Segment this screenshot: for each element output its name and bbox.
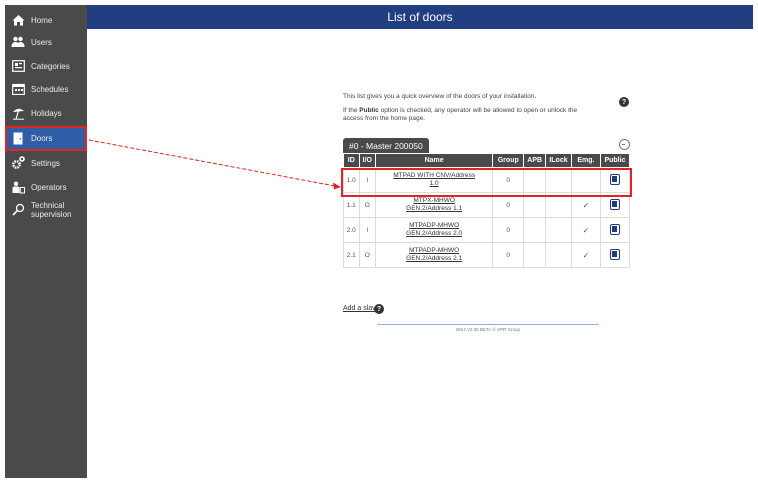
intro-line-2: If the Public option is checked, any ope… bbox=[343, 107, 578, 114]
master-label: #0 - Master 200050 bbox=[349, 140, 423, 151]
intro-text: This list gives you a quick overview of … bbox=[343, 93, 577, 123]
cell-name: MTPADP-MHWO GEN.2/Address 2.0 bbox=[375, 217, 494, 243]
operator-icon bbox=[11, 180, 25, 194]
sidebar-item-label: Holidays bbox=[31, 108, 62, 118]
beach-icon bbox=[11, 106, 25, 120]
sidebar-item-label: Technical supervision bbox=[31, 201, 72, 219]
column-header[interactable]: ID bbox=[343, 153, 360, 168]
cell-apb bbox=[523, 217, 547, 243]
intro-line-3: access from the home page. bbox=[343, 115, 426, 122]
cell-group: 0 bbox=[492, 242, 525, 268]
sidebar-item-home[interactable]: Home bbox=[5, 9, 87, 31]
cell-name: MTPADP-MHWO GEN.2/Address 2.1 bbox=[375, 242, 494, 268]
sidebar-item-label: Users bbox=[31, 37, 52, 47]
page-title: List of doors bbox=[387, 10, 453, 24]
sidebar-item-label: Schedules bbox=[31, 84, 69, 94]
table-row: 2.0 I MTPADP-MHWO GEN.2/Address 2.0 0 ✓ bbox=[343, 217, 631, 243]
sidebar-item-label: Categories bbox=[31, 61, 70, 71]
gear-icon bbox=[11, 156, 25, 170]
cell-group: 0 bbox=[492, 217, 525, 243]
master-tab[interactable]: #0 - Master 200050 bbox=[343, 138, 429, 153]
column-header[interactable]: I/O bbox=[358, 153, 377, 168]
cell-apb bbox=[523, 242, 547, 268]
doors-highlight-annotation bbox=[5, 126, 87, 151]
cell-io: I bbox=[358, 217, 377, 243]
cell-emg: ✓ bbox=[570, 217, 601, 243]
help-icon[interactable]: ? bbox=[374, 304, 384, 314]
sidebar: Home Users Categories Schedules Holidays bbox=[5, 5, 87, 478]
public-checkbox[interactable] bbox=[609, 198, 620, 210]
sidebar-item-label: Operators bbox=[31, 182, 67, 192]
cell-ilock bbox=[545, 217, 572, 243]
calendar-icon bbox=[11, 82, 25, 96]
column-header[interactable]: Emg. bbox=[570, 153, 601, 168]
door-name-link[interactable]: MTPADP-MHWO GEN.2/Address 2.0 bbox=[406, 222, 462, 238]
sidebar-item-categories[interactable]: Categories bbox=[5, 55, 87, 77]
sidebar-item-schedules[interactable]: Schedules bbox=[5, 78, 87, 100]
public-checkbox[interactable] bbox=[609, 223, 620, 235]
row-highlight-annotation bbox=[341, 168, 632, 197]
door-name-link[interactable]: MTPX-MHWO GEN.2/Address 1.1 bbox=[406, 197, 462, 213]
sidebar-item-settings[interactable]: Settings bbox=[5, 152, 87, 174]
column-header[interactable]: Group bbox=[492, 153, 525, 168]
sidebar-item-label: Settings bbox=[31, 158, 60, 168]
page-header: List of doors bbox=[87, 5, 753, 29]
cell-id: 2.1 bbox=[343, 242, 360, 268]
footer-divider bbox=[377, 324, 599, 325]
wrench-icon bbox=[11, 202, 25, 216]
help-icon[interactable]: ? bbox=[619, 97, 629, 107]
cell-ilock bbox=[545, 242, 572, 268]
intro-line-1: This list gives you a quick overview of … bbox=[343, 93, 537, 100]
table-header-row: ID I/O Name Group APB ILock Emg. Public bbox=[343, 153, 631, 168]
table-row: 2.1 O MTPADP-MHWO GEN.2/Address 2.1 0 ✓ bbox=[343, 242, 631, 268]
door-name-link[interactable]: MTPADP-MHWO GEN.2/Address 2.1 bbox=[406, 247, 462, 263]
users-icon bbox=[11, 35, 25, 49]
cell-emg: ✓ bbox=[570, 242, 601, 268]
column-header[interactable]: APB bbox=[523, 153, 547, 168]
cell-id: 2.0 bbox=[343, 217, 360, 243]
sidebar-item-holidays[interactable]: Holidays bbox=[5, 102, 87, 124]
app-frame: Home Users Categories Schedules Holidays bbox=[5, 5, 753, 478]
footer-version: WS4 V2.55 BETA © XPR Group bbox=[455, 327, 520, 332]
sidebar-item-label: Home bbox=[31, 15, 53, 25]
refresh-icon[interactable] bbox=[619, 139, 630, 150]
cell-public bbox=[599, 242, 631, 268]
public-checkbox[interactable] bbox=[609, 248, 620, 260]
categories-icon bbox=[11, 59, 25, 73]
sidebar-item-operators[interactable]: Operators bbox=[5, 176, 87, 198]
column-header[interactable]: ILock bbox=[545, 153, 572, 168]
home-icon bbox=[11, 13, 25, 27]
sidebar-item-users[interactable]: Users bbox=[5, 31, 87, 53]
column-header[interactable]: Name bbox=[375, 153, 494, 168]
sidebar-item-technical-supervision[interactable]: Technical supervision bbox=[5, 201, 87, 227]
column-header[interactable]: Public bbox=[599, 153, 631, 168]
cell-io: O bbox=[358, 242, 377, 268]
cell-public bbox=[599, 217, 631, 243]
